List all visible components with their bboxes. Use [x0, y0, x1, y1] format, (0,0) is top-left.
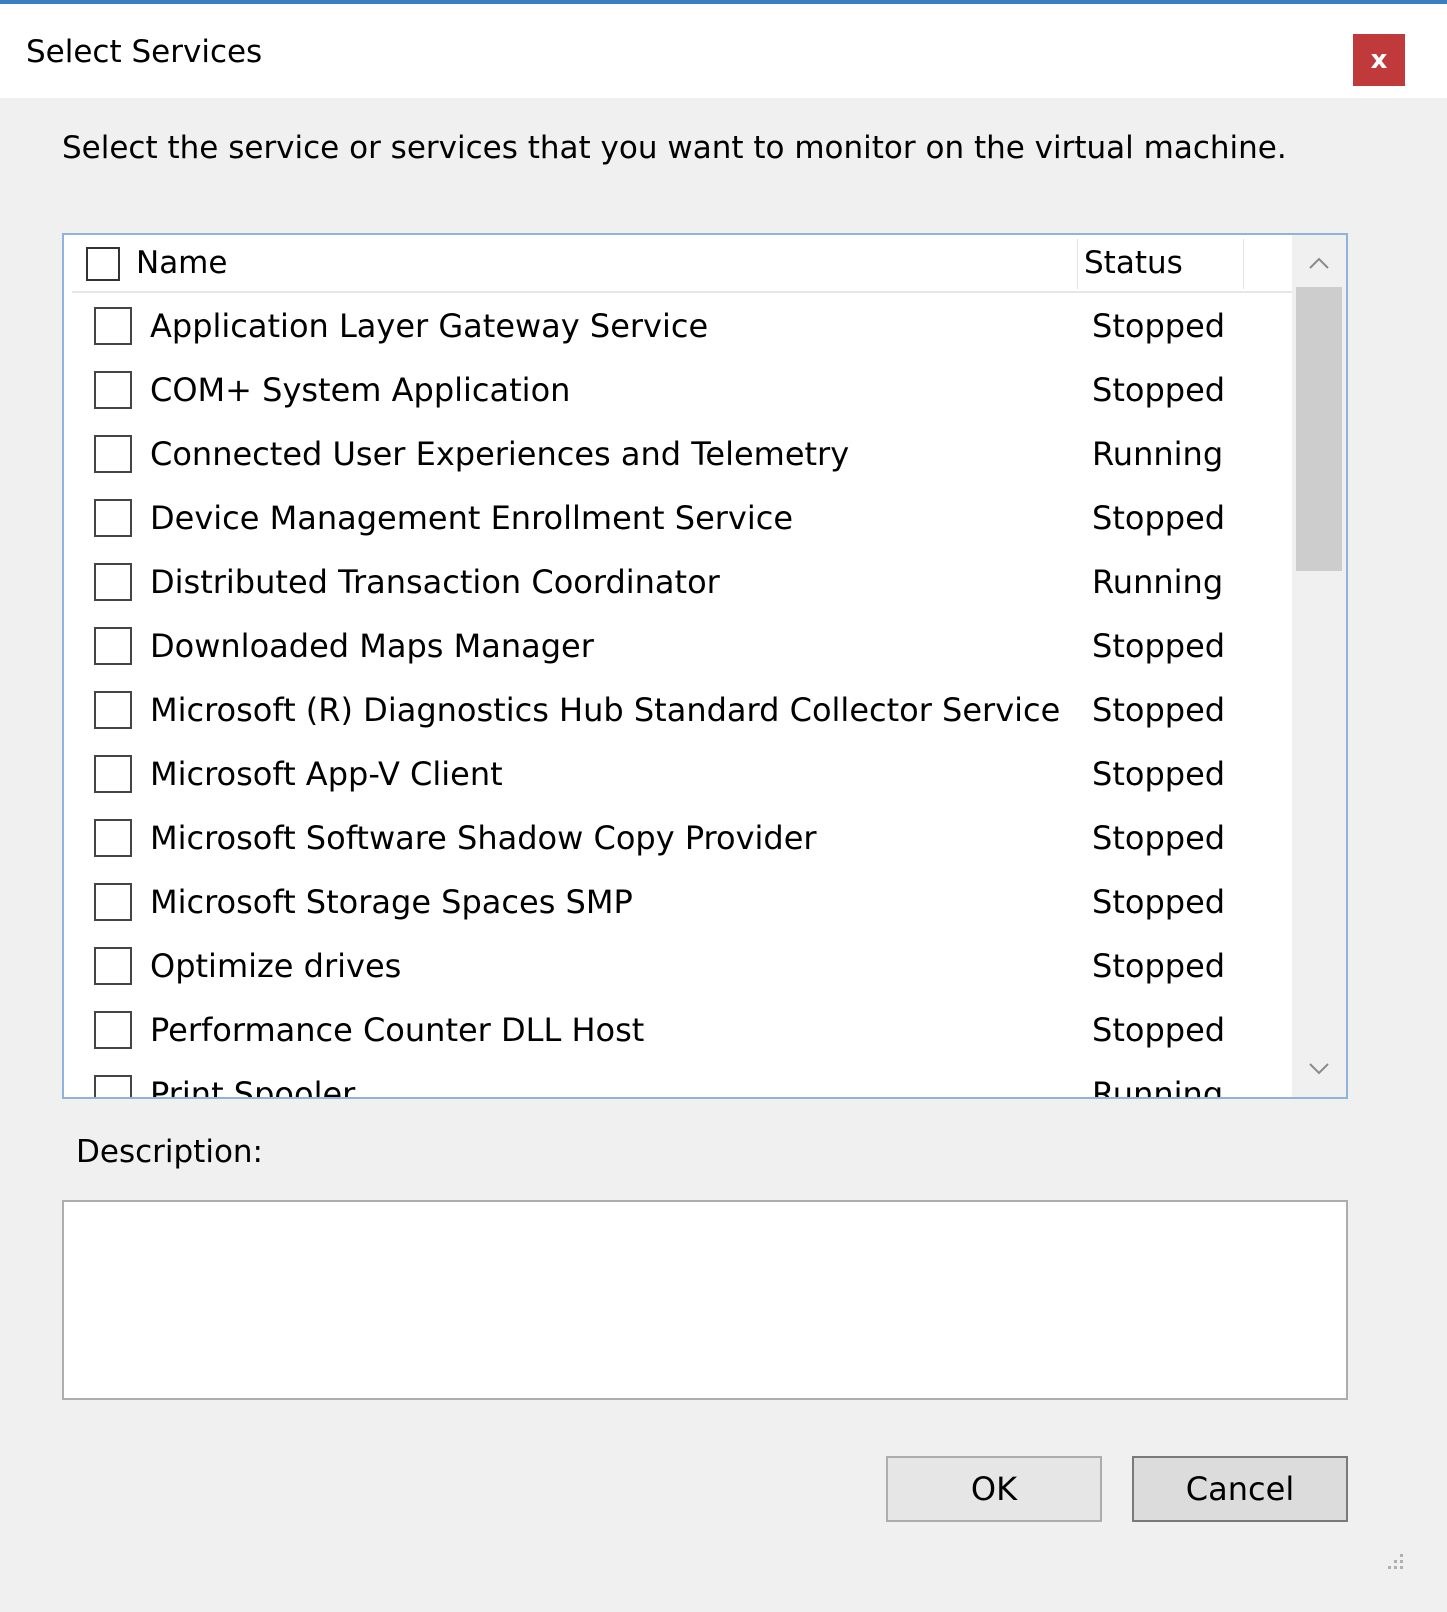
description-box: [62, 1200, 1348, 1400]
service-status: Running: [1092, 435, 1224, 473]
service-name: Microsoft Software Shadow Copy Provider: [150, 819, 817, 857]
service-checkbox[interactable]: [94, 755, 132, 793]
service-name: Connected User Experiences and Telemetry: [150, 435, 850, 473]
service-name: Downloaded Maps Manager: [150, 627, 594, 665]
service-name: Application Layer Gateway Service: [150, 307, 709, 345]
instruction-text: Select the service or services that you …: [62, 130, 1287, 166]
service-name: Optimize drives: [150, 947, 402, 985]
chevron-up-icon: [1309, 257, 1329, 269]
service-row[interactable]: Performance Counter DLL Host Stopped: [64, 999, 1292, 1063]
close-icon: x: [1370, 45, 1388, 75]
service-status: Stopped: [1092, 755, 1226, 793]
column-divider[interactable]: [1077, 239, 1078, 289]
cancel-button[interactable]: Cancel: [1132, 1456, 1348, 1522]
service-checkbox[interactable]: [94, 883, 132, 921]
service-checkbox[interactable]: [94, 435, 132, 473]
scroll-thumb[interactable]: [1296, 287, 1342, 571]
service-row[interactable]: Microsoft App-V Client Stopped: [64, 743, 1292, 807]
service-status: Stopped: [1092, 883, 1226, 921]
select-all-checkbox[interactable]: [86, 247, 120, 281]
service-checkbox[interactable]: [94, 1011, 132, 1049]
service-status: Stopped: [1092, 819, 1226, 857]
service-row[interactable]: COM+ System Application Stopped: [64, 359, 1292, 423]
service-name: Device Management Enrollment Service: [150, 499, 794, 537]
service-row[interactable]: Microsoft (R) Diagnostics Hub Standard C…: [64, 679, 1292, 743]
service-name: COM+ System Application: [150, 371, 571, 409]
service-name: Microsoft Storage Spaces SMP: [150, 883, 633, 921]
service-checkbox[interactable]: [94, 563, 132, 601]
service-checkbox[interactable]: [94, 1075, 132, 1097]
services-rows: Application Layer Gateway Service Stopped…: [64, 295, 1292, 1099]
service-status: Stopped: [1092, 947, 1226, 985]
service-row[interactable]: Device Management Enrollment Service Stop…: [64, 487, 1292, 551]
service-name: Print Spooler: [150, 1075, 356, 1099]
service-status: Stopped: [1092, 307, 1226, 345]
window-title: Select Services: [26, 34, 263, 70]
column-divider[interactable]: [1243, 239, 1244, 289]
service-checkbox[interactable]: [94, 307, 132, 345]
service-name: Microsoft (R) Diagnostics Hub Standard C…: [150, 691, 1061, 729]
service-status: Stopped: [1092, 499, 1226, 537]
list-header: Name Status: [72, 235, 1292, 293]
service-status: Stopped: [1092, 371, 1226, 409]
close-button[interactable]: x: [1353, 34, 1405, 86]
services-list[interactable]: Name Status Application Layer Gateway Se…: [62, 233, 1348, 1099]
service-row[interactable]: Microsoft Storage Spaces SMP Stopped: [64, 871, 1292, 935]
service-status: Stopped: [1092, 691, 1226, 729]
service-name: Performance Counter DLL Host: [150, 1011, 645, 1049]
service-name: Distributed Transaction Coordinator: [150, 563, 720, 601]
service-row[interactable]: Distributed Transaction Coordinator Runni…: [64, 551, 1292, 615]
chevron-down-icon: [1309, 1063, 1329, 1075]
ok-button[interactable]: OK: [886, 1456, 1102, 1522]
service-row[interactable]: Microsoft Software Shadow Copy Provider S…: [64, 807, 1292, 871]
service-checkbox[interactable]: [94, 371, 132, 409]
service-checkbox[interactable]: [94, 499, 132, 537]
scroll-down-button[interactable]: [1292, 1045, 1346, 1093]
scroll-up-button[interactable]: [1292, 239, 1346, 287]
service-row[interactable]: Optimize drives Stopped: [64, 935, 1292, 999]
service-checkbox[interactable]: [94, 819, 132, 857]
column-header-status[interactable]: Status: [1084, 245, 1183, 281]
title-bar: Select Services x: [0, 4, 1447, 98]
service-status: Running: [1092, 563, 1224, 601]
service-row[interactable]: Downloaded Maps Manager Stopped: [64, 615, 1292, 679]
service-row[interactable]: Application Layer Gateway Service Stopped: [64, 295, 1292, 359]
service-row[interactable]: Print Spooler Running: [64, 1063, 1292, 1099]
description-label: Description:: [76, 1134, 263, 1170]
service-name: Microsoft App-V Client: [150, 755, 503, 793]
service-row[interactable]: Connected User Experiences and Telemetry…: [64, 423, 1292, 487]
service-checkbox[interactable]: [94, 627, 132, 665]
service-checkbox[interactable]: [94, 691, 132, 729]
service-status: Running: [1092, 1075, 1224, 1099]
vertical-scrollbar[interactable]: [1292, 235, 1346, 1097]
service-checkbox[interactable]: [94, 947, 132, 985]
service-status: Stopped: [1092, 1011, 1226, 1049]
resize-grip-icon[interactable]: [1376, 1546, 1406, 1576]
column-header-name[interactable]: Name: [136, 245, 227, 281]
service-status: Stopped: [1092, 627, 1226, 665]
